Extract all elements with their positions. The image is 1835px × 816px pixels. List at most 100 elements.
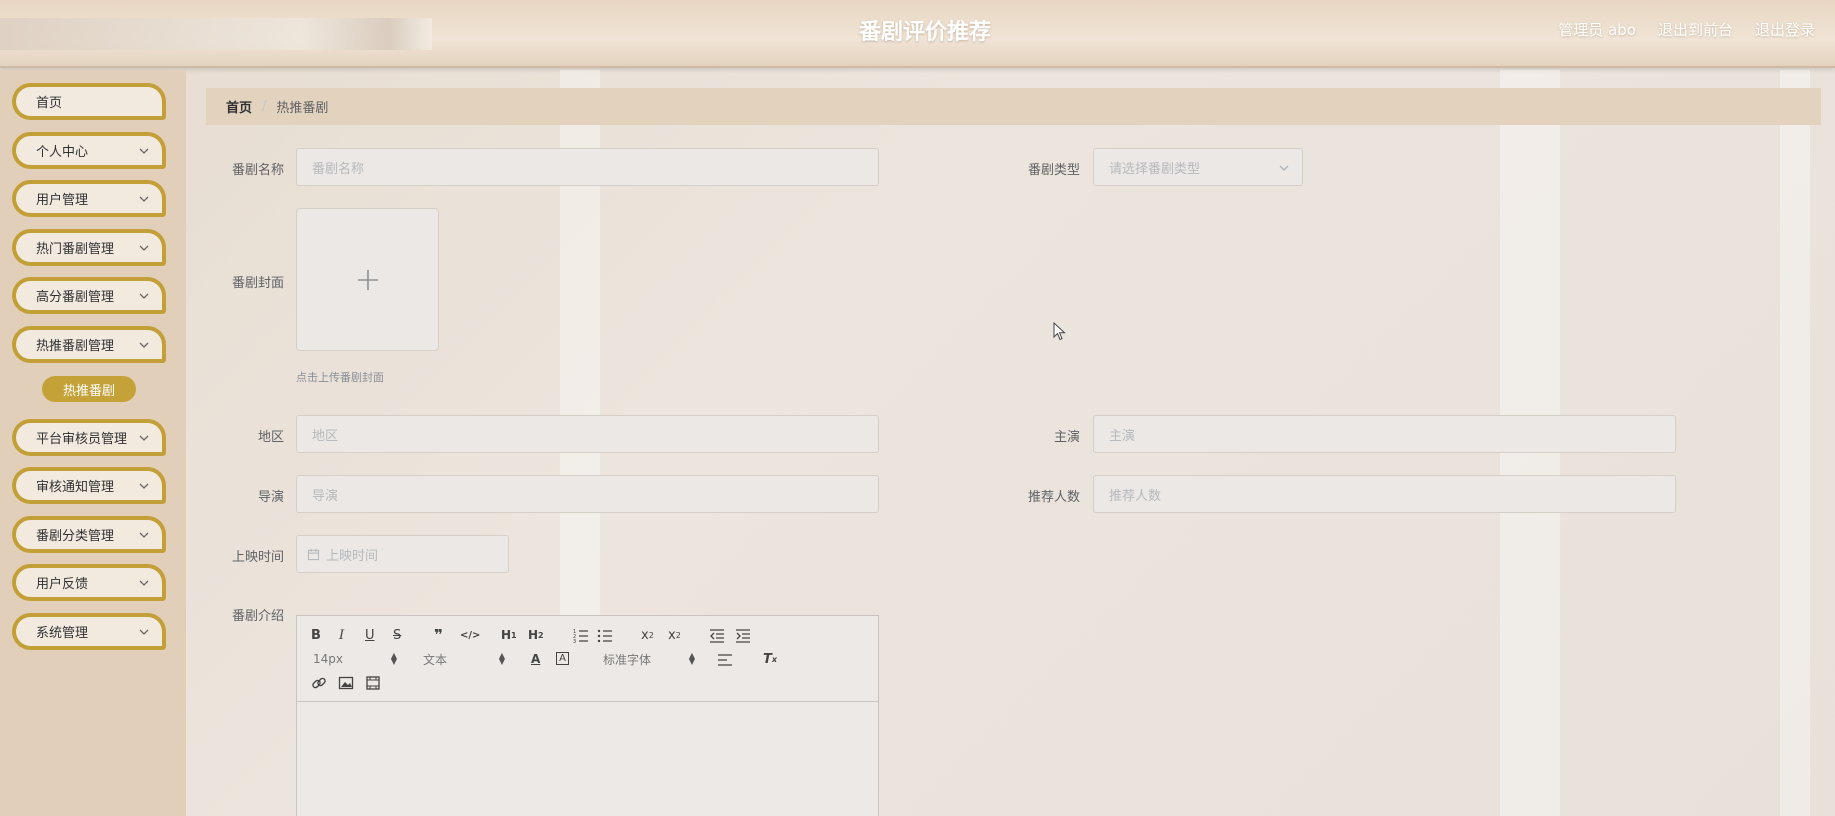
chevron-down-icon: [139, 342, 149, 348]
cover-upload-hint: 点击上传番剧封面: [296, 371, 384, 384]
sidebar-item-top-rated-anime[interactable]: 高分番剧管理: [12, 277, 166, 314]
font-family-value: 标准字体: [603, 652, 652, 667]
sidebar-subitem-recommended[interactable]: 热推番剧: [42, 376, 136, 402]
heading-2-icon[interactable]: H2: [528, 626, 544, 644]
sidebar-item-label: 热推番剧管理: [36, 339, 115, 354]
region-placeholder: 地区: [312, 428, 339, 444]
code-block-icon[interactable]: </>: [460, 626, 480, 644]
breadcrumb-separator: /: [262, 99, 267, 114]
name-input[interactable]: 番剧名称: [296, 148, 879, 186]
indent-icon[interactable]: [735, 627, 751, 645]
subscript-icon[interactable]: x2: [641, 626, 654, 644]
italic-icon[interactable]: I: [339, 626, 344, 644]
region-label: 地区: [257, 430, 284, 445]
current-user: 管理员 abo: [1558, 21, 1636, 39]
logout-link[interactable]: 退出登录: [1755, 19, 1815, 40]
select-arrows-icon: ▲ ▼: [498, 651, 505, 666]
image-icon[interactable]: [338, 674, 354, 692]
breadcrumb-home[interactable]: 首页: [226, 97, 252, 116]
director-placeholder: 导演: [312, 488, 339, 504]
sidebar-item-recommended-anime[interactable]: 热推番剧管理: [12, 326, 166, 363]
release-time-picker[interactable]: 上映时间: [296, 535, 509, 573]
font-size-select[interactable]: 14px ▲ ▼: [313, 650, 397, 668]
editor-toolbar: B I U S ❞ </> H1 H2 123 x2 x2 14px ▲ ▼ 文本…: [297, 616, 878, 702]
chevron-down-icon: [139, 245, 149, 251]
sidebar-item-label: 番剧分类管理: [36, 529, 115, 544]
bold-icon[interactable]: B: [311, 626, 321, 644]
sidebar-item-label: 热门番剧管理: [36, 242, 115, 257]
video-icon[interactable]: [365, 674, 381, 692]
background-decoration: [1780, 70, 1810, 816]
breadcrumb: 首页 / 热推番剧: [206, 88, 1821, 125]
cover-upload[interactable]: [296, 208, 439, 351]
select-arrows-icon: ▲ ▼: [390, 651, 397, 666]
plus-icon: [357, 269, 378, 290]
to-front-link[interactable]: 退出到前台: [1658, 19, 1733, 40]
block-format-value: 文本: [423, 652, 448, 667]
sidebar-item-label: 用户反馈: [36, 577, 89, 592]
sidebar-item-anime-categories[interactable]: 番剧分类管理: [12, 516, 166, 553]
sidebar-item-users[interactable]: 用户管理: [12, 180, 166, 217]
type-label: 番剧类型: [1027, 163, 1080, 178]
lead-label: 主演: [1053, 430, 1080, 445]
background-color-icon[interactable]: A: [556, 652, 569, 665]
svg-text:3: 3: [573, 639, 576, 645]
chevron-down-icon: [139, 293, 149, 299]
name-placeholder: 番剧名称: [312, 161, 365, 177]
chevron-down-icon: [139, 196, 149, 202]
editor-content-area[interactable]: [297, 702, 878, 816]
header-nav: 管理员 abo 退出到前台 退出登录: [1558, 19, 1815, 40]
lead-input[interactable]: 主演: [1093, 415, 1676, 453]
sidebar-item-label: 系统管理: [36, 626, 89, 641]
sidebar-item-label: 平台审核员管理: [36, 432, 128, 447]
sidebar-item-label: 首页: [36, 96, 63, 111]
breadcrumb-current: 热推番剧: [276, 101, 329, 116]
underline-icon[interactable]: U: [365, 626, 375, 644]
sidebar-item-user-feedback[interactable]: 用户反馈: [12, 564, 166, 601]
director-label: 导演: [257, 490, 284, 505]
blockquote-icon[interactable]: ❞: [434, 626, 443, 644]
chevron-down-icon: [1279, 165, 1289, 171]
chevron-down-icon: [139, 148, 149, 154]
recommend-count-input[interactable]: 推荐人数: [1093, 475, 1676, 513]
rich-text-editor: B I U S ❞ </> H1 H2 123 x2 x2 14px ▲ ▼ 文本…: [296, 615, 879, 816]
align-icon[interactable]: [717, 651, 733, 669]
type-placeholder: 请选择番剧类型: [1109, 161, 1201, 177]
sidebar-item-review-notices[interactable]: 审核通知管理: [12, 467, 166, 504]
link-icon[interactable]: [311, 674, 327, 692]
select-arrows-icon: ▲ ▼: [688, 651, 695, 666]
bullet-list-icon[interactable]: [597, 627, 613, 645]
sidebar-item-label: 高分番剧管理: [36, 290, 115, 305]
superscript-icon[interactable]: x2: [668, 626, 681, 644]
font-color-icon[interactable]: A: [531, 650, 540, 668]
type-select[interactable]: 请选择番剧类型: [1093, 148, 1303, 186]
release-time-placeholder: 上映时间: [326, 548, 379, 564]
block-format-select[interactable]: 文本 ▲ ▼: [423, 650, 505, 668]
intro-label: 番剧介绍: [231, 609, 284, 624]
outdent-icon[interactable]: [709, 627, 725, 645]
chevron-down-icon: [139, 483, 149, 489]
font-family-select[interactable]: 标准字体 ▲ ▼: [603, 650, 695, 668]
clear-format-icon[interactable]: Tx: [763, 650, 777, 668]
chevron-down-icon: [139, 532, 149, 538]
sidebar: 首页 个人中心 用户管理 热门番剧管理 高分番剧管理 热推番剧管理 热推番剧 平…: [0, 70, 186, 816]
chevron-down-icon: [139, 629, 149, 635]
top-header: 番剧评价推荐 管理员 abo 退出到前台 退出登录: [0, 0, 1835, 68]
heading-1-icon[interactable]: H1: [501, 626, 517, 644]
calendar-icon: [307, 548, 320, 560]
director-input[interactable]: 导演: [296, 475, 879, 513]
sidebar-item-label: 用户管理: [36, 193, 89, 208]
sidebar-item-reviewers[interactable]: 平台审核员管理: [12, 419, 166, 456]
sidebar-item-hot-anime[interactable]: 热门番剧管理: [12, 229, 166, 266]
region-input[interactable]: 地区: [296, 415, 879, 453]
chevron-down-icon: [139, 435, 149, 441]
sidebar-item-system[interactable]: 系统管理: [12, 613, 166, 650]
cover-label: 番剧封面: [231, 276, 284, 291]
recommend-count-placeholder: 推荐人数: [1109, 488, 1162, 504]
strikethrough-icon[interactable]: S: [393, 626, 401, 644]
sidebar-item-home[interactable]: 首页: [12, 83, 166, 120]
sidebar-item-label: 审核通知管理: [36, 480, 115, 495]
ordered-list-icon[interactable]: 123: [573, 627, 589, 645]
sidebar-item-personal-center[interactable]: 个人中心: [12, 132, 166, 169]
recommend-count-label: 推荐人数: [1027, 490, 1080, 505]
